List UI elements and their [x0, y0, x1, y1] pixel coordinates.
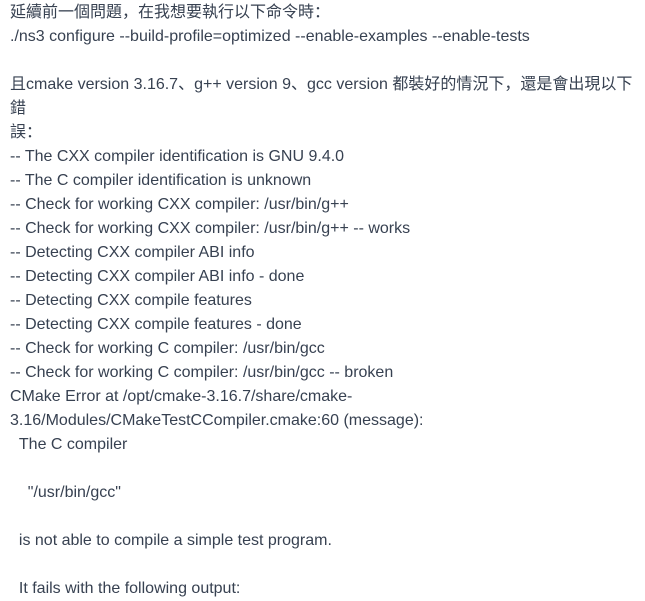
chat-message: 延續前一個問題，在我想要執行以下命令時： ./ns3 configure --b… — [10, 1, 640, 601]
log-line: -- The CXX compiler identification is GN… — [10, 148, 345, 165]
log-line: -- Check for working CXX compiler: /usr/… — [10, 220, 411, 237]
context-text-line: 且cmake version 3.16.7、g++ version 9、gcc … — [10, 76, 633, 117]
log-line: -- Detecting CXX compile features — [10, 292, 252, 309]
error-line: is not able to compile a simple test pro… — [10, 532, 332, 549]
command-text: ./ns3 configure --build-profile=optimize… — [10, 28, 530, 45]
error-line: The C compiler — [10, 436, 128, 453]
log-line: -- The C compiler identification is unkn… — [10, 172, 312, 189]
log-line: -- Detecting CXX compiler ABI info — [10, 244, 255, 261]
log-line: -- Check for working C compiler: /usr/bi… — [10, 364, 394, 381]
log-line: -- Detecting CXX compiler ABI info - don… — [10, 268, 305, 285]
log-line: -- Check for working CXX compiler: /usr/… — [10, 196, 349, 213]
log-line: -- Detecting CXX compile features - done — [10, 316, 302, 333]
log-line: CMake Error at /opt/cmake-3.16.7/share/c… — [10, 388, 353, 405]
error-line: "/usr/bin/gcc" — [10, 484, 121, 501]
log-line: 3.16/Modules/CMakeTestCCompiler.cmake:60… — [10, 412, 424, 429]
error-line: It fails with the following output: — [10, 580, 241, 597]
context-text-line: 誤： — [10, 124, 43, 141]
log-line: -- Check for working C compiler: /usr/bi… — [10, 340, 325, 357]
intro-text: 延續前一個問題，在我想要執行以下命令時： — [10, 4, 331, 21]
